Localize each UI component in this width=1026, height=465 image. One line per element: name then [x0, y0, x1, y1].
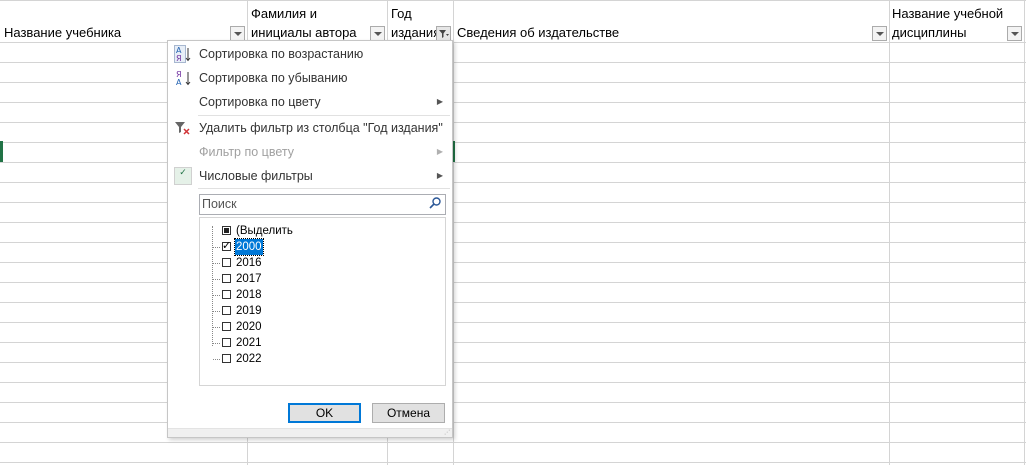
- filter-dropdown-author[interactable]: [370, 26, 385, 41]
- list-item-label: 2000: [234, 238, 264, 256]
- checkbox[interactable]: [222, 354, 231, 363]
- filter-by-color-label: Фильтр по цвету: [199, 145, 294, 159]
- submenu-arrow-icon: ▶: [436, 171, 443, 180]
- list-item-label: 2017: [236, 273, 262, 285]
- search-placeholder: Поиск: [202, 197, 237, 211]
- resize-grip[interactable]: ⋰: [168, 428, 452, 437]
- list-item-label: 2022: [236, 353, 262, 365]
- list-item-label: 2020: [236, 321, 262, 333]
- clear-filter-icon: [174, 119, 192, 137]
- autofilter-menu: А Я Сортировка по возрастанию Я А Сортир…: [167, 40, 453, 438]
- filter-values-list[interactable]: (Выделить все) 2000 2016 2017 2018 2019: [199, 217, 446, 386]
- checkbox[interactable]: [222, 338, 231, 347]
- cancel-button[interactable]: Отмена: [372, 403, 445, 423]
- number-filters-label: Числовые фильтры: [199, 169, 313, 183]
- header-publisher[interactable]: Сведения об издательстве: [457, 23, 619, 43]
- sort-ascending-label: Сортировка по возрастанию: [199, 47, 364, 61]
- menu-number-filters[interactable]: ✓ Числовые фильтры ▶: [168, 164, 452, 188]
- filter-dropdown-discipline[interactable]: [1007, 26, 1022, 41]
- header-author-line1[interactable]: Фамилия и: [251, 4, 317, 24]
- checkmark-icon: ✓: [174, 167, 192, 185]
- checkbox[interactable]: [222, 258, 231, 267]
- submenu-arrow-icon: ▶: [436, 97, 443, 106]
- sort-ascending-icon: А Я: [174, 45, 192, 63]
- checkbox[interactable]: [222, 306, 231, 315]
- menu-sort-by-color[interactable]: Сортировка по цвету ▶: [168, 90, 452, 114]
- submenu-arrow-icon: ▶: [436, 147, 443, 156]
- svg-text:А: А: [176, 78, 182, 87]
- ok-button[interactable]: OK: [288, 403, 361, 423]
- checkbox[interactable]: [222, 322, 231, 331]
- checkbox[interactable]: [222, 274, 231, 283]
- filter-funnel-icon: [439, 30, 449, 38]
- menu-separator: [198, 188, 450, 189]
- menu-filter-by-color: Фильтр по цвету ▶: [168, 140, 452, 164]
- active-cell-marker: [0, 141, 3, 162]
- filter-dropdown-textbook-title[interactable]: [230, 26, 245, 41]
- checkbox-checked[interactable]: [222, 238, 231, 254]
- menu-clear-filter[interactable]: Удалить фильтр из столбца "Год издания": [168, 116, 452, 140]
- filter-search-input[interactable]: Поиск: [199, 194, 446, 215]
- menu-sort-descending[interactable]: Я А Сортировка по убыванию: [168, 66, 452, 90]
- clear-filter-label: Удалить фильтр из столбца "Год издания": [199, 121, 443, 135]
- list-item-label: 2018: [236, 289, 262, 301]
- list-item-label: 2016: [236, 257, 262, 269]
- header-textbook-title[interactable]: Название учебника: [4, 23, 121, 43]
- list-item-label: 2019: [236, 305, 262, 317]
- tree-connector: [212, 226, 213, 346]
- spreadsheet-grid[interactable]: Название учебника Фамилия и инициалы авт…: [0, 0, 1026, 465]
- resize-grip-icon: ⋰: [444, 430, 450, 436]
- svg-text:Я: Я: [176, 54, 182, 63]
- sort-by-color-label: Сортировка по цвету: [199, 95, 321, 109]
- sort-descending-icon: Я А: [174, 69, 192, 87]
- sort-descending-label: Сортировка по убыванию: [199, 71, 348, 85]
- filter-dropdown-publisher[interactable]: [872, 26, 887, 41]
- header-discipline-line1[interactable]: Название учебной: [892, 4, 1003, 24]
- header-discipline-line2[interactable]: дисциплины: [892, 23, 966, 43]
- checkbox-select-all[interactable]: [222, 226, 231, 235]
- list-item-label: 2021: [236, 337, 262, 349]
- header-year-line1[interactable]: Год: [391, 4, 412, 24]
- checkbox[interactable]: [222, 290, 231, 299]
- search-icon[interactable]: [428, 196, 442, 210]
- menu-sort-ascending[interactable]: А Я Сортировка по возрастанию: [168, 42, 452, 66]
- filter-dropdown-year-active[interactable]: [436, 26, 451, 41]
